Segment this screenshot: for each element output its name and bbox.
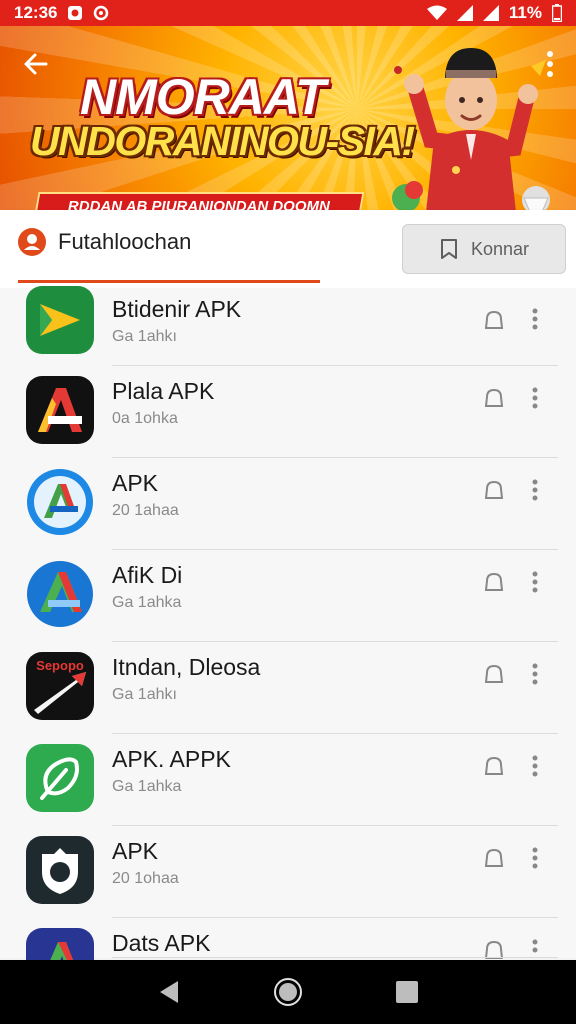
more-vertical-icon[interactable] — [530, 847, 540, 869]
more-vertical-icon[interactable] — [530, 387, 540, 409]
app-icon-arrow — [26, 286, 94, 354]
list-item[interactable]: APK. APPK Ga 1ahka — [0, 734, 576, 826]
app-icon-leaf — [26, 744, 94, 812]
list-item[interactable]: Plala APK 0a 1ohka — [0, 366, 576, 458]
wifi-icon — [426, 5, 447, 20]
app-name: APK. APPK — [112, 746, 231, 772]
more-vertical-icon[interactable] — [530, 308, 540, 330]
bell-icon[interactable] — [482, 308, 506, 334]
signal-icon — [482, 5, 499, 21]
app-icon-letter-a — [26, 376, 94, 444]
more-vertical-icon[interactable] — [530, 479, 540, 501]
home-circle-icon[interactable] — [273, 977, 303, 1007]
bell-icon[interactable] — [482, 570, 506, 596]
banner-ribbon-text: RDDAN AB PIURANIONDAN DOOMN — [68, 197, 330, 211]
status-bar: 12:36 11% — [0, 0, 576, 26]
list-item[interactable]: APK 20 1ahaa — [0, 458, 576, 550]
app-list: Btidenir APK Ga 1ahkı Plala APK 0a 1ohka… — [0, 286, 576, 996]
back-triangle-icon[interactable] — [156, 978, 182, 1006]
app-name: Dats APK — [112, 930, 211, 956]
bell-icon[interactable] — [482, 478, 506, 504]
app-icon-sepopo-text: Sepopo — [36, 658, 84, 673]
app-subtitle: Ga 1ahkı — [112, 686, 177, 703]
bell-icon[interactable] — [482, 662, 506, 688]
app-name: Itndan, Dleosa — [112, 654, 261, 680]
arrow-left-icon[interactable] — [20, 48, 52, 80]
tab-label: Futahloochan — [58, 229, 192, 254]
tab-active[interactable]: Futahloochan — [18, 228, 191, 256]
app-icon-circle-a — [26, 468, 94, 536]
system-nav-bar — [0, 960, 576, 1024]
app-icon-triangle-a — [26, 560, 94, 628]
more-vertical-icon[interactable] — [530, 663, 540, 685]
sync-icon — [94, 5, 109, 21]
more-vertical-icon[interactable] — [530, 755, 540, 777]
recents-square-icon[interactable] — [394, 979, 420, 1005]
list-item[interactable]: Btidenir APK Ga 1ahkı — [0, 286, 576, 366]
tab-header: Futahloochan Konnar — [0, 210, 576, 288]
list-item[interactable]: AfiK Di Ga 1ahka — [0, 550, 576, 642]
list-item[interactable]: Sepopo Itndan, Dleosa Ga 1ahkı — [0, 642, 576, 734]
promo-banner[interactable]: NMORAAT UNDORANINOU-SIA! RDDAN AB PIURAN… — [0, 26, 576, 210]
signal-icon — [456, 5, 473, 21]
battery-level: 11% — [508, 3, 542, 22]
app-name: APK — [112, 470, 159, 496]
user-icon — [18, 228, 46, 256]
mascot-illustration — [392, 48, 550, 210]
app-name: AfiK Di — [112, 562, 183, 588]
bell-icon[interactable] — [482, 846, 506, 872]
app-subtitle: Ga 1ahka — [112, 594, 182, 611]
app-name: APK — [112, 838, 159, 864]
battery-icon — [552, 4, 562, 22]
bell-icon[interactable] — [482, 386, 506, 412]
header-action-label: Konnar — [470, 238, 530, 259]
status-time: 12:36 — [14, 3, 58, 22]
notification-icon — [68, 6, 83, 20]
banner-ribbon: RDDAN AB PIURANIONDAN DOOMN — [33, 192, 365, 211]
app-subtitle: 0a 1ohka — [112, 410, 178, 427]
app-subtitle: Ga 1ahka — [112, 778, 182, 795]
list-item[interactable]: APK 20 1ohaa — [0, 826, 576, 918]
more-vertical-icon[interactable] — [530, 571, 540, 593]
app-subtitle: Ga 1ahkı — [112, 328, 177, 345]
more-vertical-icon[interactable] — [530, 939, 540, 961]
banner-subtitle: UNDORANINOU-SIA! — [30, 118, 415, 164]
app-name: Plala APK — [112, 378, 215, 404]
app-icon-shield — [26, 836, 94, 904]
bell-icon[interactable] — [482, 754, 506, 780]
list-item[interactable]: Dats APK — [0, 918, 576, 996]
header-action-button[interactable]: Konnar — [402, 224, 566, 274]
tab-underline — [18, 280, 320, 283]
app-name: Btidenir APK — [112, 296, 242, 322]
app-subtitle: 20 1ahaa — [112, 502, 179, 519]
bookmark-icon — [440, 239, 457, 259]
app-icon-sepopo: Sepopo — [26, 652, 94, 720]
app-subtitle: 20 1ohaa — [112, 870, 179, 887]
